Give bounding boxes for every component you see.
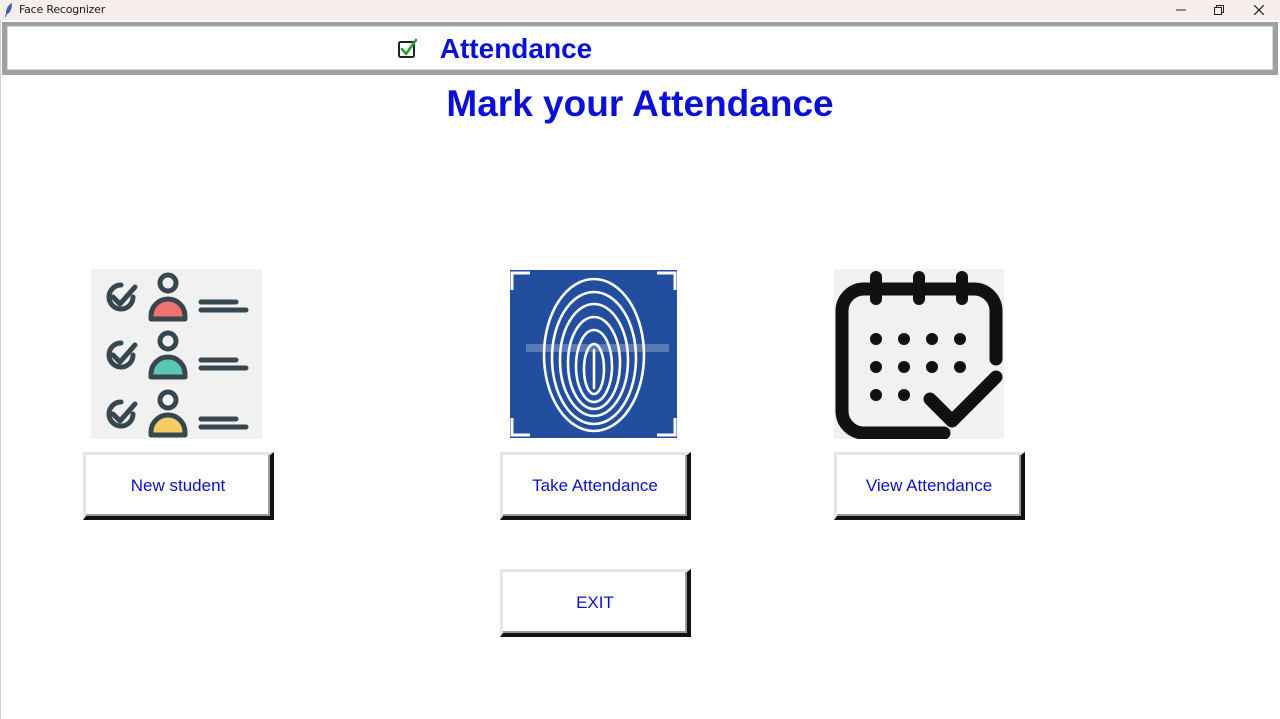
header-title: Attendance	[426, 31, 606, 67]
exit-button[interactable]: EXIT	[500, 569, 691, 637]
window-title: Face Recognizer	[19, 3, 106, 16]
minimize-button[interactable]	[1162, 0, 1200, 20]
close-button[interactable]	[1240, 0, 1278, 20]
new-student-button[interactable]: New student	[83, 452, 274, 520]
feather-app-icon	[5, 3, 12, 17]
restore-button[interactable]	[1200, 0, 1238, 20]
checkbox-checked-icon	[398, 38, 418, 58]
restore-icon	[1214, 5, 1224, 15]
view-attendance-image	[834, 269, 1004, 440]
take-attendance-image	[510, 270, 677, 438]
header-bar	[7, 26, 1273, 70]
checklist-users-icon	[106, 272, 249, 438]
minimize-icon	[1176, 9, 1186, 11]
take-attendance-button[interactable]: Take Attendance	[500, 452, 691, 520]
calendar-check-icon	[835, 271, 1003, 440]
view-attendance-button[interactable]: View Attendance	[834, 452, 1025, 520]
new-student-image	[91, 269, 262, 439]
fingerprint-icon	[510, 271, 677, 437]
page-title: Mark your Attendance	[446, 83, 834, 124]
window-titlebar: Face Recognizer	[0, 0, 1280, 20]
close-icon	[1254, 5, 1264, 15]
